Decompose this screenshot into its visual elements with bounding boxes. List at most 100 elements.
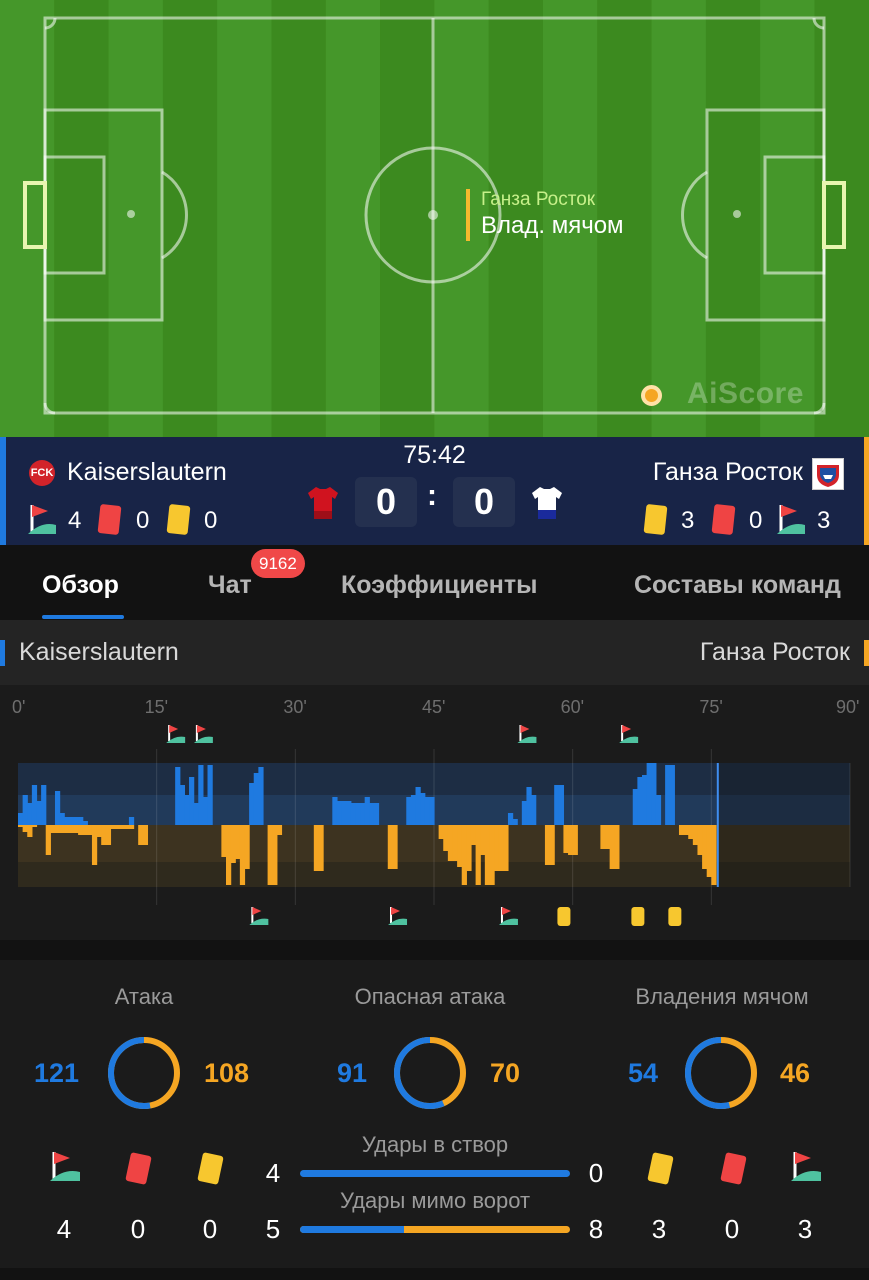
away-pressure-bar: [230, 825, 236, 863]
momentum-svg: 0' 15' 30' 45' 60' 75' 90': [12, 697, 859, 926]
home-pressure-bar: [646, 763, 652, 825]
away-pressure-bar: [489, 825, 495, 885]
away-pressure-bar: [54, 825, 61, 833]
away-red-card-icon: [720, 1152, 747, 1185]
away-pressure-bar: [18, 825, 24, 827]
pitch-stripe: [760, 0, 815, 437]
tab-overview[interactable]: Обзор: [42, 571, 119, 600]
home-corner-flag-icon: [28, 505, 56, 534]
away-pressure-bar: [447, 825, 454, 861]
home-pressure-bar: [632, 789, 638, 825]
home-pressure-bar: [68, 817, 75, 825]
away-pressure-bar: [105, 825, 112, 845]
bottom-edge: [0, 1268, 869, 1280]
home-pressure-bar: [207, 765, 213, 825]
pitch-stripe: [217, 0, 272, 437]
away-pressure-bar: [96, 825, 102, 837]
stats-away-yellow-cards: 3: [651, 1214, 667, 1244]
away-pressure-bar: [711, 825, 717, 885]
stats-away-corners: 3: [797, 1214, 813, 1244]
home-pressure-bar: [27, 803, 33, 825]
away-club-crest-icon[interactable]: [812, 458, 844, 490]
away-pressure-bar: [221, 825, 227, 857]
away-pressure-bar: [563, 825, 569, 853]
away-pressure-bar: [59, 825, 65, 833]
home-pressure-bar: [64, 817, 70, 825]
away-pressure-bar: [475, 825, 481, 885]
yellow-card-icon: [631, 907, 645, 926]
home-pressure-bar: [665, 765, 671, 825]
home-pressure-bar: [22, 795, 28, 825]
home-pressure-bar: [369, 803, 375, 825]
minute-tick-label: 90': [836, 697, 859, 717]
home-pressure-bar: [189, 777, 195, 825]
tab-lineups[interactable]: Составы команд: [634, 571, 841, 600]
away-pressure-bar: [438, 825, 444, 839]
home-yellow-card-icon: [197, 1152, 224, 1185]
shots-off-target-label: Удары мимо ворот: [339, 1188, 531, 1213]
corner-flag-icon: [193, 725, 213, 743]
away-pressure-bar: [22, 825, 28, 832]
away-pressure-bar: [73, 825, 79, 833]
away-pressure-bar: [702, 825, 708, 869]
score-separator: :: [427, 479, 437, 512]
home-pressure-bar: [336, 801, 343, 825]
home-pressure-bar: [360, 803, 366, 825]
corner-flag-icon: [249, 907, 269, 925]
away-kit-icon: [532, 487, 562, 519]
away-pressure-bar: [387, 825, 393, 869]
tab-chat[interactable]: Чат: [208, 571, 252, 600]
home-pressure-bar: [429, 797, 435, 825]
home-pressure-bar: [512, 819, 518, 825]
away-pressure-bar: [128, 825, 135, 829]
home-yellow-cards-count: 0: [204, 507, 218, 534]
section-divider: [0, 940, 869, 960]
away-pressure-bar: [452, 825, 458, 861]
away-pressure-bar: [678, 825, 685, 835]
away-color-marker: [864, 640, 869, 666]
away-score: 0: [453, 477, 515, 527]
corner-flag-icon: [498, 907, 518, 925]
home-corner-flag-icon: [50, 1152, 80, 1181]
away-pressure-bar: [244, 825, 250, 869]
score-header: FCK Kaiserslautern 75:42 Ганза Росток 4 …: [0, 437, 869, 545]
attack-away-value: 108: [204, 1058, 250, 1088]
pitch-markings: [0, 0, 869, 437]
home-pressure-bar: [346, 801, 352, 825]
attack-donut: [108, 1037, 180, 1109]
stats-home-red-cards: 0: [130, 1214, 146, 1244]
away-pressure-bar: [82, 825, 88, 835]
home-pressure-bar: [202, 797, 209, 825]
dangerous-attack-donut: [394, 1037, 466, 1109]
away-pressure-bar: [484, 825, 491, 885]
away-red-card-icon: [711, 503, 736, 536]
shots-on-target-label: Удары в створ: [361, 1132, 509, 1157]
home-pressure-bar: [82, 821, 88, 825]
away-pressure-bar: [115, 825, 121, 829]
tab-odds[interactable]: Коэффициенты: [341, 571, 537, 600]
home-pressure-bar: [651, 763, 657, 825]
home-pressure-bar: [526, 787, 532, 825]
away-pressure-bar: [78, 825, 84, 835]
away-red-cards-count: 0: [749, 507, 763, 534]
home-pressure-bar: [521, 801, 528, 825]
home-red-card-icon: [97, 503, 122, 536]
possession-title: Владения мячом: [635, 984, 809, 1009]
away-team-name[interactable]: Ганза Росток: [653, 458, 803, 487]
away-pressure-bar: [138, 825, 144, 845]
home-pressure-bar: [78, 817, 84, 825]
away-yellow-card-icon: [643, 503, 668, 536]
away-pressure-bar: [498, 825, 504, 871]
shots-off-target-home-fill: [300, 1226, 404, 1233]
away-pressure-bar: [697, 825, 703, 855]
match-stats-panel: Атака Опасная атака Владения мячом 121 1…: [0, 960, 869, 1268]
away-pressure-bar: [480, 825, 486, 855]
home-pressure-bar: [31, 785, 38, 825]
away-pressure-bar: [457, 825, 463, 867]
away-pressure-bar: [544, 825, 551, 865]
away-pressure-bar: [235, 825, 241, 859]
home-pressure-bar: [41, 785, 47, 825]
away-pressure-bar: [124, 825, 130, 829]
minute-tick-label: 15': [145, 697, 168, 717]
home-pressure-bar: [193, 803, 199, 825]
